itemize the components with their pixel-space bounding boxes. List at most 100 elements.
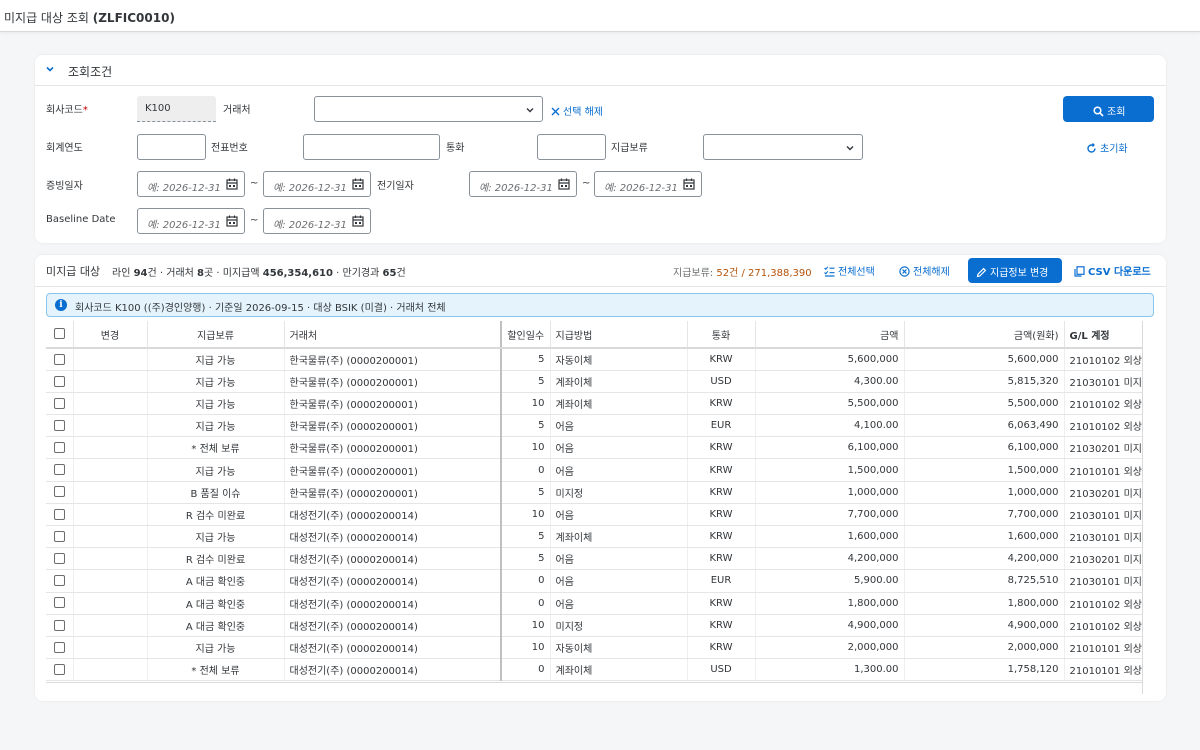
discount-days-cell: 5: [501, 414, 551, 438]
posting-date-to[interactable]: 예: 2026-12-31: [594, 171, 702, 197]
payment-block-cell: A 대금 확인중: [147, 614, 285, 637]
change-cell[interactable]: [73, 348, 148, 371]
col-currency[interactable]: 통화: [687, 321, 756, 349]
table-row[interactable]: * 전체 보류 한국물류(주) (0000200001) 10 어음 KRW 6,100,…: [46, 436, 1143, 460]
filter-header[interactable]: 조회조건: [35, 55, 1166, 86]
row-checkbox[interactable]: [46, 592, 74, 615]
table-row[interactable]: A 대금 확인중 대성전기(주) (0000200014) 10 미지정 KRW 4,90…: [46, 614, 1143, 637]
table-row[interactable]: 지급 가능 한국물류(주) (0000200001) 5 어음 EUR 4,100.00 6…: [46, 414, 1143, 438]
calendar-icon[interactable]: [683, 178, 695, 190]
row-checkbox[interactable]: [46, 636, 74, 660]
col-payment-block[interactable]: 지급보류: [147, 321, 285, 349]
doc-date-to[interactable]: 예: 2026-12-31: [263, 171, 371, 197]
currency-input[interactable]: [537, 134, 606, 160]
change-cell[interactable]: [73, 370, 148, 393]
payment-block-summary: 지급보류: 52건 / 271,388,390: [673, 268, 812, 279]
change-cell[interactable]: [73, 658, 148, 682]
payment-block-select[interactable]: [703, 134, 863, 160]
change-cell[interactable]: [73, 458, 148, 482]
row-checkbox[interactable]: [46, 392, 74, 416]
row-checkbox[interactable]: [46, 569, 74, 593]
row-checkbox[interactable]: [46, 525, 74, 549]
table-row[interactable]: 지급 가능 한국물류(주) (0000200001) 10 계좌이체 KRW 5,500,…: [46, 392, 1143, 416]
row-checkbox[interactable]: [46, 458, 74, 482]
change-payment-button[interactable]: 지급정보 변경: [968, 258, 1062, 283]
amount-krw-cell: 5,500,000: [904, 392, 1065, 416]
table-row[interactable]: B 품질 이슈 한국물류(주) (0000200001) 5 미지정 KRW 1,000,…: [46, 481, 1143, 504]
change-cell[interactable]: [73, 547, 148, 571]
select-all-button[interactable]: 전체선택: [824, 263, 875, 278]
table-row[interactable]: 지급 가능 대성전기(주) (0000200014) 5 계좌이체 KRW 1,600,0…: [46, 525, 1143, 549]
discount-days-cell: 0: [501, 569, 551, 593]
col-amount-krw[interactable]: 금액(원화): [904, 321, 1065, 349]
deselect-all-button[interactable]: 전체해제: [899, 263, 950, 278]
baseline-date-to[interactable]: 예: 2026-12-31: [263, 208, 371, 234]
change-cell[interactable]: [73, 414, 148, 438]
select-all-checkbox[interactable]: [46, 321, 74, 349]
row-checkbox[interactable]: [46, 547, 74, 571]
amount-cell: 5,500,000: [755, 392, 905, 416]
csv-download-button[interactable]: CSV 다운로드: [1074, 263, 1151, 278]
amount-cell: 1,800,000: [755, 592, 905, 615]
row-checkbox[interactable]: [46, 658, 74, 682]
chevron-down-icon[interactable]: [44, 63, 56, 75]
change-cell[interactable]: [73, 503, 148, 527]
col-discount-days[interactable]: 할인일수: [501, 321, 551, 349]
search-button[interactable]: 조회: [1063, 96, 1154, 122]
change-cell[interactable]: [73, 614, 148, 637]
vendor-label: 거래처: [223, 105, 251, 116]
fiscal-year-input[interactable]: [137, 134, 206, 160]
baseline-date-from[interactable]: 예: 2026-12-31: [137, 208, 245, 234]
chevron-down-icon: [526, 108, 534, 113]
reset-button[interactable]: 초기화: [1086, 140, 1128, 155]
calendar-icon[interactable]: [226, 178, 238, 190]
calendar-icon[interactable]: [352, 215, 364, 227]
table-row[interactable]: A 대금 확인중 대성전기(주) (0000200014) 0 어음 EUR 5,900.…: [46, 569, 1143, 593]
change-cell[interactable]: [73, 392, 148, 416]
change-cell[interactable]: [73, 569, 148, 593]
table-row[interactable]: 지급 가능 대성전기(주) (0000200014) 10 자동이체 KRW 2,000,…: [46, 636, 1143, 660]
change-cell[interactable]: [73, 481, 148, 504]
table-row[interactable]: 지급 가능 한국물류(주) (0000200001) 5 자동이체 KRW 5,600,0…: [46, 348, 1143, 371]
table-row[interactable]: A 대금 확인중 대성전기(주) (0000200014) 0 어음 KRW 1,800,…: [46, 592, 1143, 615]
calendar-icon[interactable]: [352, 178, 364, 190]
table-row[interactable]: 지급 가능 한국물류(주) (0000200001) 0 어음 KRW 1,500,000…: [46, 458, 1143, 482]
posting-date-from[interactable]: 예: 2026-12-31: [469, 171, 577, 197]
horizontal-scrollbar[interactable]: [46, 682, 1142, 696]
vendor-select[interactable]: [314, 96, 543, 122]
payment-method-cell: 어음: [550, 592, 688, 615]
doc-no-input[interactable]: [303, 134, 440, 160]
change-cell[interactable]: [73, 592, 148, 615]
chevron-down-icon: [846, 146, 854, 151]
change-cell[interactable]: [73, 525, 148, 549]
col-vendor[interactable]: 거래처: [284, 321, 502, 349]
close-icon: [551, 107, 560, 116]
gl-account-cell: 21010102 외상매: [1064, 348, 1143, 371]
currency-cell: KRW: [687, 614, 756, 637]
table-row[interactable]: R 검수 미완료 대성전기(주) (0000200014) 10 어음 KRW 7,700…: [46, 503, 1143, 527]
clear-selection-button[interactable]: 선택 해제: [551, 103, 603, 118]
row-checkbox[interactable]: [46, 348, 74, 371]
col-change[interactable]: 변경: [73, 321, 148, 349]
row-checkbox[interactable]: [46, 481, 74, 504]
company-code-field[interactable]: K100: [137, 96, 216, 122]
col-amount[interactable]: 금액: [755, 321, 905, 349]
change-cell[interactable]: [73, 636, 148, 660]
row-checkbox[interactable]: [46, 414, 74, 438]
table-row[interactable]: * 전체 보류 대성전기(주) (0000200014) 0 계좌이체 USD 1,300…: [46, 658, 1143, 682]
payment-block-cell: R 검수 미완료: [147, 503, 285, 527]
doc-date-from[interactable]: 예: 2026-12-31: [137, 171, 245, 197]
change-cell[interactable]: [73, 436, 148, 460]
row-checkbox[interactable]: [46, 436, 74, 460]
col-gl-account[interactable]: G/L 계정: [1064, 321, 1143, 349]
table-row[interactable]: R 검수 미완료 대성전기(주) (0000200014) 5 어음 KRW 4,200,…: [46, 547, 1143, 571]
calendar-icon[interactable]: [226, 215, 238, 227]
calendar-icon[interactable]: [558, 178, 570, 190]
row-checkbox[interactable]: [46, 503, 74, 527]
table-row[interactable]: 지급 가능 한국물류(주) (0000200001) 5 계좌이체 USD 4,300.0…: [46, 370, 1143, 393]
row-checkbox[interactable]: [46, 614, 74, 637]
edit-icon: [976, 267, 987, 278]
col-payment-method[interactable]: 지급방법: [550, 321, 688, 349]
row-checkbox[interactable]: [46, 370, 74, 393]
gl-account-cell: 21010101 외상매: [1064, 458, 1143, 482]
